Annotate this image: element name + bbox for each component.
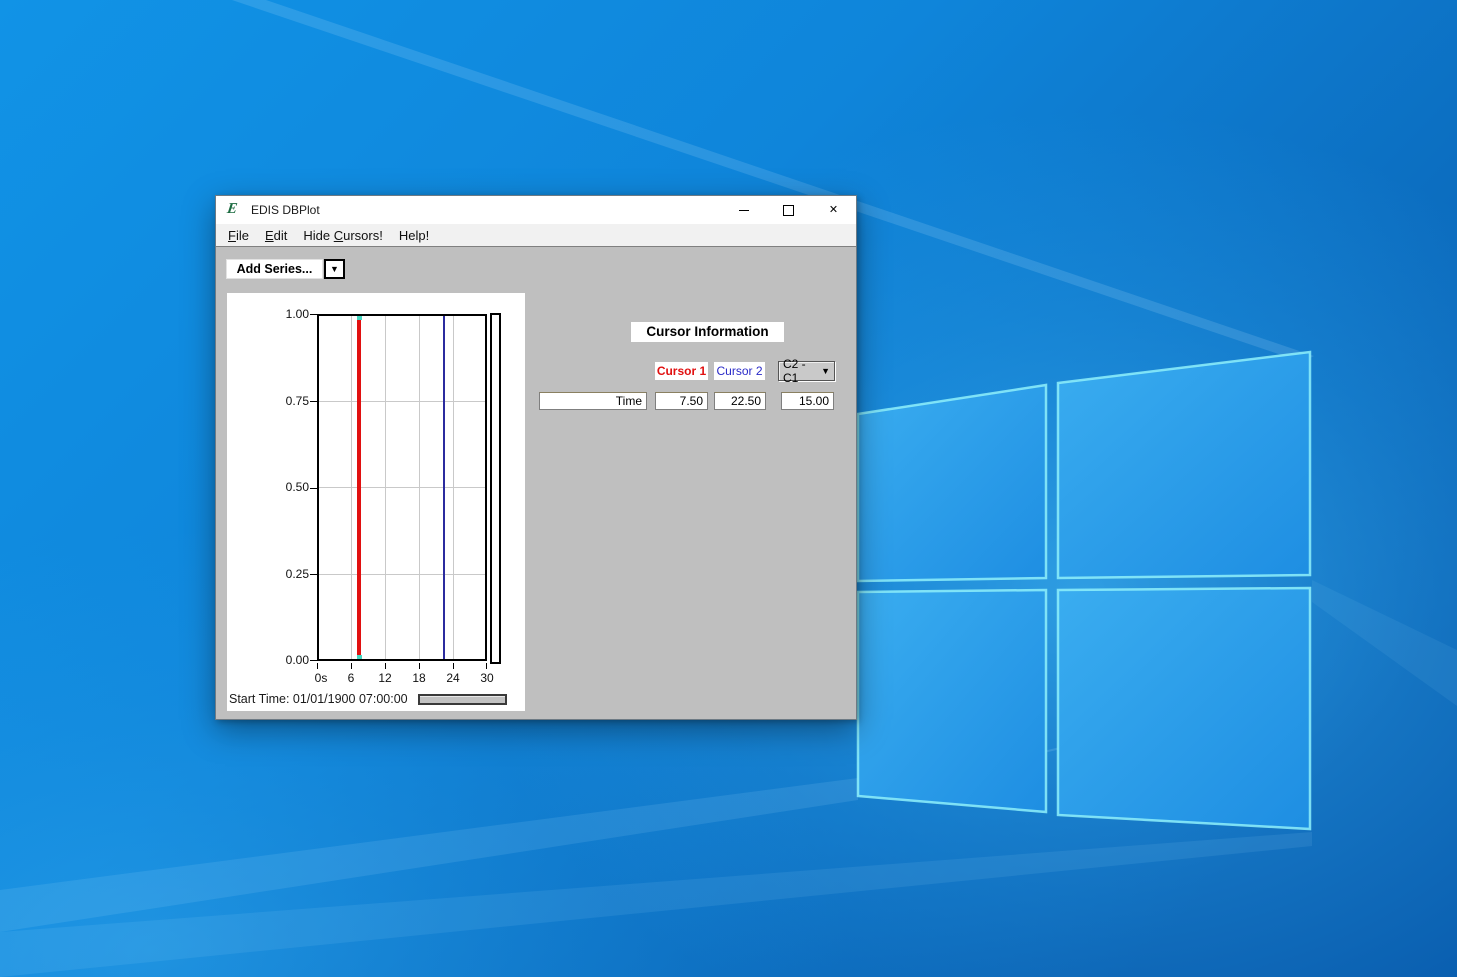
- menu-edit[interactable]: Edit: [257, 226, 295, 245]
- x-axis-tick: [385, 663, 386, 669]
- cursor-2-label[interactable]: Cursor 2: [714, 362, 765, 380]
- x-axis-tick: [351, 663, 352, 669]
- x-axis-label: 0s: [314, 671, 328, 685]
- cursor-1-top-marker: [357, 316, 362, 320]
- menu-help[interactable]: Help!: [391, 226, 437, 245]
- cursor-2-time-value[interactable]: 22.50: [714, 392, 766, 410]
- y-axis-label: 0.25: [285, 567, 309, 581]
- start-time-label: Start Time: 01/01/1900 07:00:00: [229, 692, 408, 706]
- row-label-time-field[interactable]: Time: [539, 392, 647, 410]
- menu-bar: File Edit Hide Cursors! Help!: [216, 224, 856, 247]
- close-button[interactable]: ✕: [811, 196, 856, 224]
- gridline-y025: [319, 574, 485, 575]
- y-axis-label: 0.00: [285, 653, 309, 667]
- menu-hide-cursors-rest: ursors!: [343, 227, 383, 243]
- cursor-diff-dropdown[interactable]: C2 - C1 ▼: [778, 357, 835, 385]
- app-icon: E: [226, 201, 239, 217]
- cursor-information-title: Cursor Information: [631, 322, 784, 342]
- y-axis-tick: [310, 660, 317, 661]
- maximize-button[interactable]: [766, 196, 811, 224]
- add-series-button[interactable]: Add Series...: [226, 259, 323, 279]
- x-axis-tick: [486, 663, 487, 669]
- gridline-y050: [319, 487, 485, 488]
- y-axis-tick: [310, 314, 317, 315]
- y-axis-tick: [310, 401, 317, 402]
- x-axis-label: 6: [347, 671, 355, 685]
- y-axis-label: 0.50: [285, 480, 309, 494]
- y-axis-tick: [310, 488, 317, 489]
- chevron-down-icon: ▼: [821, 365, 830, 376]
- maximize-icon: [783, 204, 794, 216]
- windows-logo-pane-top-left: [856, 383, 1048, 583]
- y-axis-tick: [310, 574, 317, 575]
- add-series-dropdown-button[interactable]: ▼: [324, 259, 345, 279]
- x-axis-label: 24: [446, 671, 460, 685]
- menu-edit-underline: E: [264, 227, 274, 243]
- menu-hide-cursors[interactable]: Hide Cursors!: [295, 226, 390, 245]
- x-axis-tick: [419, 663, 420, 669]
- menu-edit-rest: dit: [273, 227, 288, 243]
- close-icon: ✕: [828, 203, 839, 216]
- menu-file[interactable]: File: [220, 226, 257, 245]
- cursor-1-line[interactable]: [357, 316, 361, 659]
- cursor-diff-value[interactable]: 15.00: [781, 392, 834, 410]
- menu-help-pre: Help!: [398, 227, 430, 243]
- plot-panel: 1.00 0.75 0.50 0.25 0.00 0s 6 12 18 24 3…: [227, 293, 525, 711]
- gridline-y075: [319, 401, 485, 402]
- cursor-1-bottom-marker: [357, 655, 362, 659]
- minimize-icon: [738, 209, 749, 211]
- windows-logo-pane-bottom-left: [856, 588, 1048, 814]
- vertical-scrollbar[interactable]: [490, 313, 501, 664]
- chevron-down-icon: ▼: [330, 263, 339, 274]
- x-axis-label: 12: [378, 671, 392, 685]
- title-bar[interactable]: E EDIS DBPlot ✕: [216, 196, 856, 224]
- x-axis-tick: [317, 663, 318, 669]
- window-title: EDIS DBPlot: [251, 203, 320, 217]
- windows-logo-pane-top-right: [1056, 350, 1312, 580]
- x-axis-label: 18: [412, 671, 426, 685]
- menu-file-rest: ile: [235, 227, 249, 243]
- cursor-diff-selected-value: C2 - C1: [783, 357, 806, 385]
- minimize-button[interactable]: [721, 196, 766, 224]
- x-axis-tick: [453, 663, 454, 669]
- menu-hide-cursors-underline: C: [333, 227, 344, 243]
- edis-dbplot-window: E EDIS DBPlot ✕ File Edit Hide Cursors! …: [215, 195, 857, 720]
- y-axis-label: 0.75: [285, 394, 309, 408]
- cursor-1-time-value[interactable]: 7.50: [655, 392, 708, 410]
- cursor-1-label[interactable]: Cursor 1: [655, 362, 708, 380]
- horizontal-scrollbar[interactable]: [418, 694, 507, 705]
- caption-buttons: ✕: [721, 196, 856, 224]
- plot-canvas[interactable]: [317, 314, 487, 661]
- menu-hide-cursors-pre: Hide: [303, 227, 334, 243]
- menu-file-underline: F: [228, 227, 236, 243]
- x-axis-label: 30: [480, 671, 494, 685]
- cursor-2-line[interactable]: [443, 316, 445, 659]
- windows-logo: [856, 350, 1312, 831]
- windows-logo-pane-bottom-right: [1056, 586, 1312, 831]
- y-axis-label: 1.00: [285, 307, 309, 321]
